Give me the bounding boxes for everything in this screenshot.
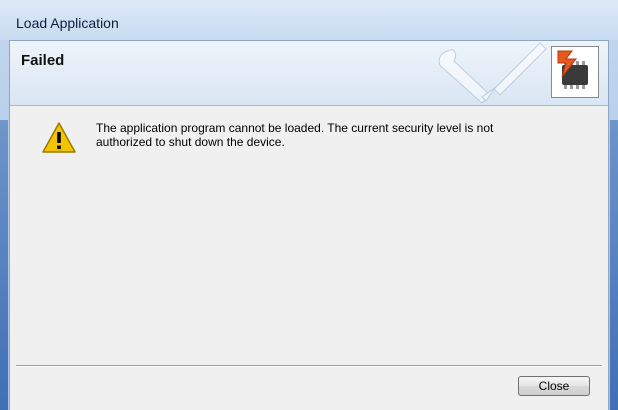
window-frame-left <box>0 120 8 410</box>
warning-icon <box>42 122 76 153</box>
header-title: Failed <box>21 52 65 69</box>
window-title: Load Application <box>16 15 119 31</box>
close-button[interactable]: Close <box>518 376 590 396</box>
wrench-screwdriver-icon <box>438 42 547 104</box>
title-bar[interactable]: Load Application <box>0 0 618 40</box>
error-message-line-1: The application program cannot be loaded… <box>96 121 494 135</box>
button-separator <box>16 365 602 367</box>
window-frame-right <box>610 120 618 410</box>
dialog-header: Failed <box>10 41 608 106</box>
dialog-window: Load Application Failed The application … <box>0 0 618 410</box>
chip-error-icon <box>551 46 599 98</box>
error-message-line-2: authorized to shut down the device. <box>96 135 285 149</box>
error-message: The application program cannot be loaded… <box>96 121 576 149</box>
dialog-client-area: Failed The application program cannot be… <box>9 40 609 410</box>
